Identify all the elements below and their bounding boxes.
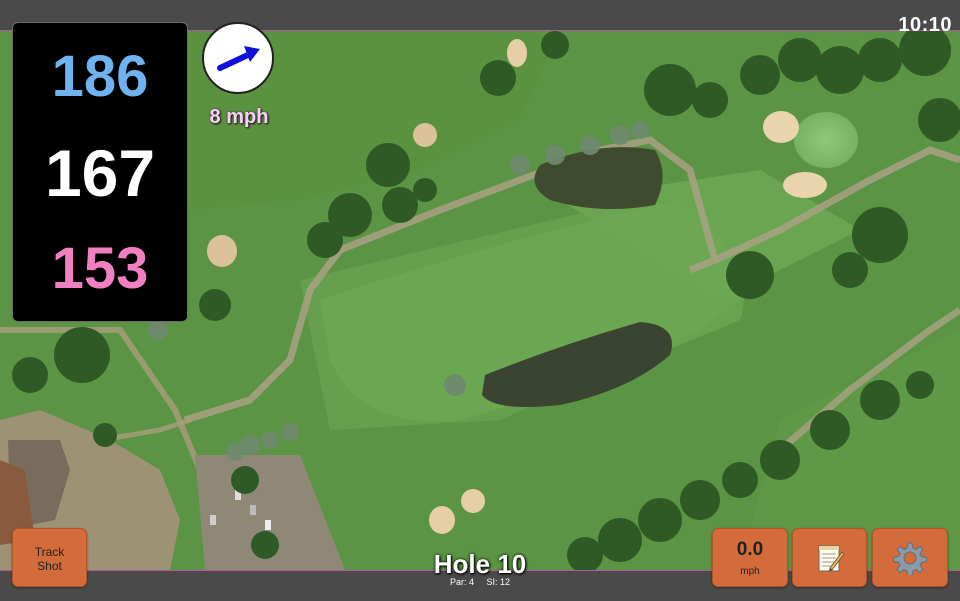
settings-button[interactable] (872, 528, 948, 587)
track-shot-button[interactable]: Track Shot (12, 528, 87, 587)
back-yardage: 186 (51, 44, 149, 109)
stroke-index-label: SI: 12 (486, 577, 511, 587)
hole-title: Hole 10 (433, 549, 527, 579)
notes-button[interactable] (792, 528, 867, 587)
middle-yardage: 167 (44, 136, 156, 210)
wind-dial (202, 22, 274, 94)
hole-info: Par: 4 SI: 12 (380, 577, 580, 587)
track-shot-label: Track Shot (34, 545, 65, 573)
arrow-right-icon (217, 46, 260, 71)
notepad-icon (818, 545, 845, 571)
speed-value: 0.0 (736, 539, 764, 560)
speed-button[interactable]: 0.0 mph (712, 528, 788, 587)
gear-icon (893, 542, 927, 575)
yardage-panel: 186 167 153 (12, 22, 188, 322)
wind-speed-label: 8 mph (209, 106, 269, 128)
par-label: Par: 4 (449, 577, 474, 587)
front-yardage: 153 (51, 236, 149, 301)
speed-unit: mph (740, 566, 760, 577)
